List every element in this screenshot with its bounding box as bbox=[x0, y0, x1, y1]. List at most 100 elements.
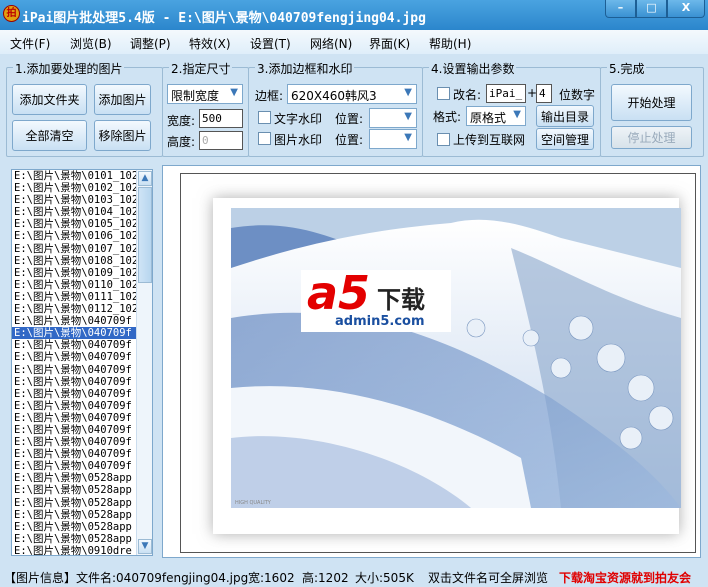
file-list-item[interactable]: E:\图片\景物\040709f bbox=[12, 364, 136, 376]
format-select[interactable]: 原格式 ▼ bbox=[466, 106, 526, 126]
prefix-input[interactable]: iPai_ bbox=[486, 84, 526, 103]
file-list-item[interactable]: E:\图片\景物\040709f bbox=[12, 388, 136, 400]
file-list-item[interactable]: E:\图片\景物\040709f bbox=[12, 327, 136, 340]
file-list-item[interactable]: E:\图片\景物\040709f bbox=[12, 460, 136, 472]
border-value: 620X460韩风3 bbox=[291, 89, 377, 103]
file-list-item[interactable]: E:\图片\景物\040709f bbox=[12, 412, 136, 424]
add-image-button[interactable]: 添加图片 bbox=[94, 84, 151, 115]
height-label: 高度: bbox=[167, 135, 196, 149]
group-size: 2.指定尺寸 限制宽度 ▼ 宽度: 500 高度: 0 bbox=[162, 60, 249, 157]
digits-input[interactable]: 4 bbox=[536, 84, 552, 103]
file-list-item[interactable]: E:\图片\景物\0528app bbox=[12, 509, 136, 521]
border-label: 边框: bbox=[255, 89, 284, 103]
width-input[interactable]: 500 bbox=[199, 109, 243, 128]
preview-frame: HIGH QUALITY a5 下载 admin5.com bbox=[180, 173, 696, 553]
group-finish: 5.完成 开始处理 停止处理 bbox=[600, 60, 704, 157]
remove-image-button[interactable]: 移除图片 bbox=[94, 120, 151, 151]
scroll-up-icon[interactable]: ▲ bbox=[138, 171, 152, 186]
text-watermark-label: 文字水印 bbox=[274, 112, 323, 126]
file-list-item[interactable]: E:\图片\景物\040709f bbox=[12, 448, 136, 460]
file-list-item[interactable]: E:\图片\景物\040709f bbox=[12, 315, 136, 327]
file-list-item[interactable]: E:\图片\景物\040709f bbox=[12, 424, 136, 436]
file-list-item[interactable]: E:\图片\景物\0108_102 bbox=[12, 255, 136, 267]
size-mode-value: 限制宽度 bbox=[171, 89, 220, 103]
height-input[interactable]: 0 bbox=[199, 131, 243, 150]
logo-a5-mark: a5 bbox=[307, 266, 371, 320]
text-watermark-checkbox[interactable] bbox=[258, 111, 271, 124]
file-list-item[interactable]: E:\图片\景物\0105_102 bbox=[12, 218, 136, 230]
preview-photo[interactable]: HIGH QUALITY a5 下载 admin5.com bbox=[213, 198, 681, 534]
status-bar: 【图片信息】文件名:040709fengjing04.jpg 宽:1602 高:… bbox=[0, 564, 708, 587]
menu-network[interactable]: 网络(N) bbox=[310, 35, 352, 52]
snow-landscape-image: HIGH QUALITY bbox=[231, 208, 681, 508]
file-list[interactable]: E:\图片\景物\0101_102 E:\图片\景物\0102_102 E:\图片\… bbox=[11, 169, 153, 556]
image-width: 宽:1602 bbox=[248, 571, 295, 585]
file-list-item[interactable]: E:\图片\景物\0528app bbox=[12, 497, 136, 509]
add-folder-button[interactable]: 添加文件夹 bbox=[12, 84, 87, 115]
logo-download-text: 下载 bbox=[377, 286, 425, 314]
logo-site-text: admin5.com bbox=[335, 314, 425, 329]
file-list-item[interactable]: E:\图片\景物\0101_102 bbox=[12, 170, 136, 182]
file-list-item[interactable]: E:\图片\景物\0528app bbox=[12, 484, 136, 496]
file-list-item[interactable]: E:\图片\景物\0528app bbox=[12, 533, 136, 545]
menu-browse[interactable]: 浏览(B) bbox=[70, 35, 112, 52]
window-title: iPai图片批处理5.4版 - E:\图片\景物\040709fengjing0… bbox=[22, 11, 426, 26]
file-list-item[interactable]: E:\图片\景物\040709f bbox=[12, 400, 136, 412]
file-list-item[interactable]: E:\图片\景物\0102_102 bbox=[12, 182, 136, 194]
text-watermark-position-select[interactable]: ▼ bbox=[369, 108, 417, 128]
rename-checkbox[interactable] bbox=[437, 87, 450, 100]
clear-all-button[interactable]: 全部清空 bbox=[12, 120, 87, 151]
vertical-scrollbar[interactable]: ▲ ▼ bbox=[136, 170, 152, 555]
menu-effects[interactable]: 特效(X) bbox=[189, 35, 231, 52]
menu-adjust[interactable]: 调整(P) bbox=[130, 35, 171, 52]
close-button[interactable]: X bbox=[667, 0, 705, 18]
file-list-item[interactable]: E:\图片\景物\040709f bbox=[12, 376, 136, 388]
app-icon: 拍 bbox=[3, 5, 20, 22]
scroll-thumb[interactable] bbox=[138, 187, 152, 283]
file-list-item[interactable]: E:\图片\景物\0106_102 bbox=[12, 230, 136, 242]
file-list-item[interactable]: E:\图片\景物\040709f bbox=[12, 436, 136, 448]
image-preview-panel: HIGH QUALITY a5 下载 admin5.com bbox=[162, 165, 701, 558]
stop-button[interactable]: 停止处理 bbox=[611, 126, 692, 149]
space-management-button[interactable]: 空间管理 bbox=[536, 128, 594, 150]
menu-settings[interactable]: 设置(T) bbox=[250, 35, 291, 52]
start-button[interactable]: 开始处理 bbox=[611, 84, 692, 121]
chevron-down-icon: ▼ bbox=[513, 109, 521, 120]
output-dir-button[interactable]: 输出目录 bbox=[536, 105, 594, 127]
chevron-down-icon: ▼ bbox=[404, 132, 412, 143]
file-list-item[interactable]: E:\图片\景物\0110_102 bbox=[12, 279, 136, 291]
file-list-item[interactable]: E:\图片\景物\0528app bbox=[12, 521, 136, 533]
chevron-down-icon: ▼ bbox=[404, 87, 412, 98]
group-output: 4.设置输出参数 改名: iPai_ + 4 位数字 格式: 原格式 ▼ 输出目录… bbox=[422, 60, 601, 157]
hint-text: 双击文件名可全屏浏览 bbox=[428, 571, 549, 585]
group-border-watermark: 3.添加边框和水印 边框: 620X460韩风3 ▼ 文字水印 位置: ▼ 图片水… bbox=[248, 60, 423, 157]
menu-help[interactable]: 帮助(H) bbox=[429, 35, 471, 52]
file-list-item[interactable]: E:\图片\景物\040709f bbox=[12, 339, 136, 351]
group-label: 1.添加要处理的图片 bbox=[13, 60, 125, 77]
maximize-button[interactable]: □ bbox=[636, 0, 667, 18]
image-watermark-checkbox[interactable] bbox=[258, 132, 271, 145]
promo-link[interactable]: 下载淘宝资源就到拍友会 bbox=[559, 569, 691, 586]
file-list-item[interactable]: E:\图片\景物\0104_102 bbox=[12, 206, 136, 218]
file-list-item[interactable]: E:\图片\景物\0112_102 bbox=[12, 303, 136, 315]
file-rows: E:\图片\景物\0101_102 E:\图片\景物\0102_102 E:\图片\… bbox=[12, 170, 152, 555]
file-list-item[interactable]: E:\图片\景物\040709f bbox=[12, 351, 136, 363]
file-list-item[interactable]: E:\图片\景物\0107_102 bbox=[12, 243, 136, 255]
file-list-item[interactable]: E:\图片\景物\0528app bbox=[12, 472, 136, 484]
file-list-item[interactable]: E:\图片\景物\0109_102 bbox=[12, 267, 136, 279]
image-height: 高:1202 bbox=[302, 571, 349, 585]
file-list-item[interactable]: E:\图片\景物\0111_102 bbox=[12, 291, 136, 303]
minimize-button[interactable]: – bbox=[605, 0, 636, 18]
menu-file[interactable]: 文件(F) bbox=[10, 35, 50, 52]
upload-checkbox[interactable] bbox=[437, 133, 450, 146]
image-watermark-label: 图片水印 bbox=[274, 133, 323, 147]
file-list-item[interactable]: E:\图片\景物\0910dre bbox=[12, 545, 136, 555]
group-label: 4.设置输出参数 bbox=[429, 60, 517, 77]
group-add-images: 1.添加要处理的图片 添加文件夹 添加图片 全部清空 移除图片 bbox=[6, 60, 163, 157]
image-watermark-position-select[interactable]: ▼ bbox=[369, 129, 417, 149]
border-select[interactable]: 620X460韩风3 ▼ bbox=[287, 84, 417, 104]
size-mode-select[interactable]: 限制宽度 ▼ bbox=[167, 84, 243, 104]
file-list-item[interactable]: E:\图片\景物\0103_102 bbox=[12, 194, 136, 206]
menu-interface[interactable]: 界面(K) bbox=[369, 35, 410, 52]
scroll-down-icon[interactable]: ▼ bbox=[138, 539, 152, 554]
